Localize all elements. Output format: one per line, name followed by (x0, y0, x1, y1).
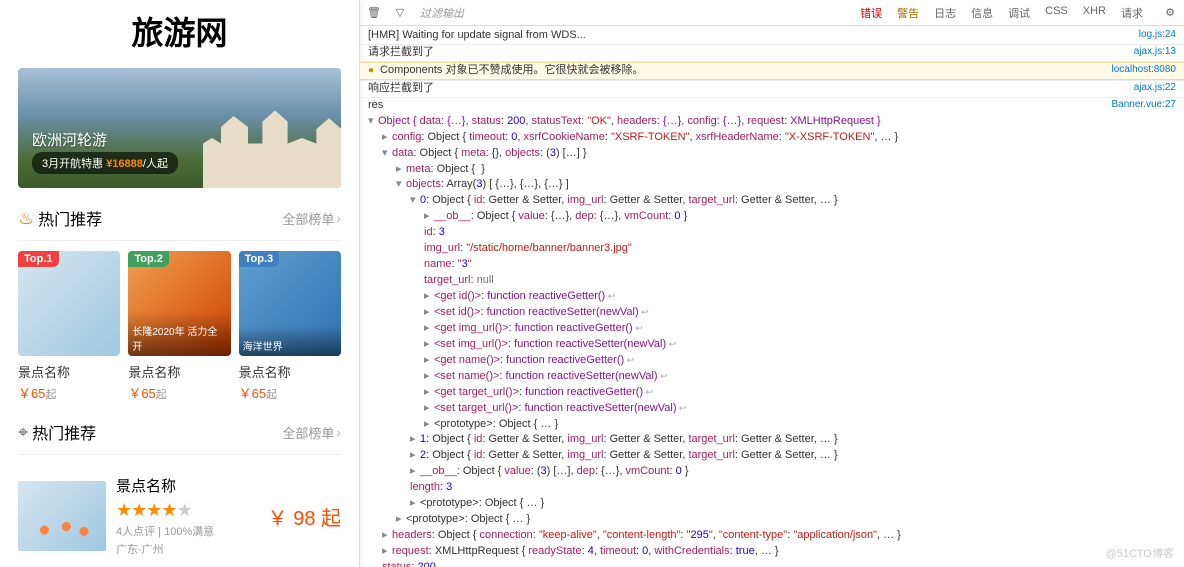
disclosure-triangle[interactable]: ▸ (382, 528, 392, 544)
item-reviews: 4人点评 | 100%满意 (116, 523, 258, 539)
disclosure-triangle[interactable]: ▸ (424, 305, 434, 321)
see-all-link[interactable]: 全部榜单 › (282, 423, 341, 442)
thumb-caption: 长隆2020年 活力全开 (128, 311, 230, 356)
filter-input[interactable]: 过滤输出 (416, 5, 556, 21)
disclosure-triangle[interactable]: ▾ (382, 146, 392, 162)
section-header: ♨ 热门推荐 全部榜单 › (18, 188, 341, 241)
console-filter-tab[interactable]: 日志 (927, 1, 963, 25)
card-name: 景点名称 (128, 356, 230, 383)
top-card[interactable]: Top.3 海洋世界 景点名称 ￥65起 (239, 251, 341, 402)
disclosure-triangle[interactable]: ▸ (410, 448, 420, 464)
console-line[interactable]: 响应拦截到了ajax.js:22 (360, 80, 1184, 98)
disclosure-triangle[interactable]: ▸ (410, 464, 420, 480)
section-title: 热门推荐 (38, 206, 102, 230)
section-title: 热门推荐 (32, 420, 96, 444)
banner-heading: 欧洲河轮游 (32, 129, 107, 150)
disclosure-triangle[interactable]: ▾ (410, 193, 420, 209)
list-thumb (18, 481, 106, 551)
rank-badge: Top.1 (18, 251, 59, 267)
disclosure-triangle[interactable]: ▾ (368, 114, 378, 130)
disclosure-triangle[interactable]: ▾ (396, 177, 406, 193)
console-toolbar: 🗑 ▽ 过滤输出 错误警告日志信息调试CSSXHR请求 ⚙ (360, 0, 1184, 26)
console-filter-tab[interactable]: 错误 (853, 1, 889, 25)
disclosure-triangle[interactable]: ▸ (410, 496, 420, 512)
console-filter-tab[interactable]: XHR (1076, 1, 1113, 25)
disclosure-triangle[interactable]: ▸ (424, 385, 434, 401)
gear-icon[interactable]: ⚙ (1160, 3, 1180, 23)
disclosure-triangle[interactable]: ▸ (424, 289, 434, 305)
rank-badge: Top.3 (239, 251, 280, 267)
chevron-right-icon: › (336, 210, 341, 226)
disclosure-triangle[interactable]: ▸ (396, 512, 406, 528)
see-all-link[interactable]: 全部榜单 › (282, 209, 341, 228)
console-filter-tab[interactable]: CSS (1038, 1, 1075, 25)
console-line[interactable]: 请求拦截到了ajax.js:13 (360, 44, 1184, 62)
section-header: ⌖ 热门推荐 全部榜单 › (18, 402, 341, 455)
card-name: 景点名称 (239, 356, 341, 383)
trash-icon[interactable]: 🗑 (364, 3, 384, 23)
console-output[interactable]: [HMR] Waiting for update signal from WDS… (360, 26, 1184, 567)
card-price: ￥65起 (128, 383, 230, 402)
funnel-icon[interactable]: ▽ (390, 3, 410, 23)
flame-icon: ♨ (18, 208, 34, 229)
disclosure-triangle[interactable]: ▸ (382, 544, 392, 560)
console-filter-tab[interactable]: 调试 (1001, 1, 1037, 25)
disclosure-triangle[interactable]: ▸ (424, 401, 434, 417)
castle-graphic (176, 83, 341, 188)
location-pin-icon: ⌖ (18, 422, 28, 443)
list-item[interactable]: 景点名称 ★★★★★ 4人点评 | 100%满意 广东·广州 ￥ 98 起 (18, 465, 341, 567)
item-price: ￥ 98 起 (268, 502, 341, 531)
section-hot-2: ⌖ 热门推荐 全部榜单 › 景点名称 ★★★★★ 4人点评 | 100%满意 广… (0, 402, 359, 567)
card-thumb: Top.2 长隆2020年 活力全开 (128, 251, 230, 356)
console-filter-tab[interactable]: 信息 (964, 1, 1000, 25)
console-line[interactable]: resBanner.vue:27 (360, 98, 1184, 114)
chevron-right-icon: › (336, 424, 341, 440)
list-body: 景点名称 ★★★★★ 4人点评 | 100%满意 广东·广州 (116, 475, 258, 557)
card-name: 景点名称 (18, 356, 120, 383)
app-title: 旅游网 (0, 0, 359, 68)
card-price: ￥65起 (239, 383, 341, 402)
hero-banner[interactable]: 欧洲河轮游 3月开航特惠 ¥16888/人起 (18, 68, 341, 188)
rank-badge: Top.2 (128, 251, 169, 267)
card-price: ￥65起 (18, 383, 120, 402)
disclosure-triangle[interactable]: ▸ (424, 369, 434, 385)
disclosure-triangle[interactable]: ▸ (424, 321, 434, 337)
disclosure-triangle[interactable]: ▸ (424, 337, 434, 353)
devtools-console: 🗑 ▽ 过滤输出 错误警告日志信息调试CSSXHR请求 ⚙ [HMR] Wait… (360, 0, 1184, 567)
section-hot-1: ♨ 热门推荐 全部榜单 › Top.1 景点名称 ￥65起 Top.2 长隆20… (0, 188, 359, 402)
star-rating: ★★★★★ (116, 500, 258, 521)
top-card[interactable]: Top.2 长隆2020年 活力全开 景点名称 ￥65起 (128, 251, 230, 402)
disclosure-triangle[interactable]: ▸ (382, 130, 392, 146)
console-object-tree[interactable]: ▾Object { data: {…}, status: 200, status… (360, 114, 1184, 567)
disclosure-triangle[interactable]: ▸ (424, 209, 434, 225)
watermark: @51CTO博客 (1106, 545, 1174, 561)
item-name: 景点名称 (116, 475, 258, 496)
disclosure-triangle[interactable]: ▸ (424, 417, 434, 433)
banner-price-pill: 3月开航特惠 ¥16888/人起 (32, 152, 178, 174)
card-thumb: Top.3 海洋世界 (239, 251, 341, 356)
top-card[interactable]: Top.1 景点名称 ￥65起 (18, 251, 120, 402)
mobile-preview: 旅游网 欧洲河轮游 3月开航特惠 ¥16888/人起 ♨ 热门推荐 全部榜单 ›… (0, 0, 360, 567)
disclosure-triangle[interactable]: ▸ (410, 432, 420, 448)
item-location: 广东·广州 (116, 541, 258, 557)
console-line[interactable]: [HMR] Waiting for update signal from WDS… (360, 28, 1184, 44)
disclosure-triangle[interactable]: ▸ (396, 162, 406, 178)
console-line[interactable]: ●Components 对象已不赞成使用。它很快就会被移除。localhost:… (360, 62, 1184, 80)
console-filter-tab[interactable]: 请求 (1114, 1, 1150, 25)
console-filter-tab[interactable]: 警告 (890, 1, 926, 25)
thumb-caption: 海洋世界 (239, 326, 341, 356)
disclosure-triangle[interactable]: ▸ (424, 353, 434, 369)
card-thumb: Top.1 (18, 251, 120, 356)
